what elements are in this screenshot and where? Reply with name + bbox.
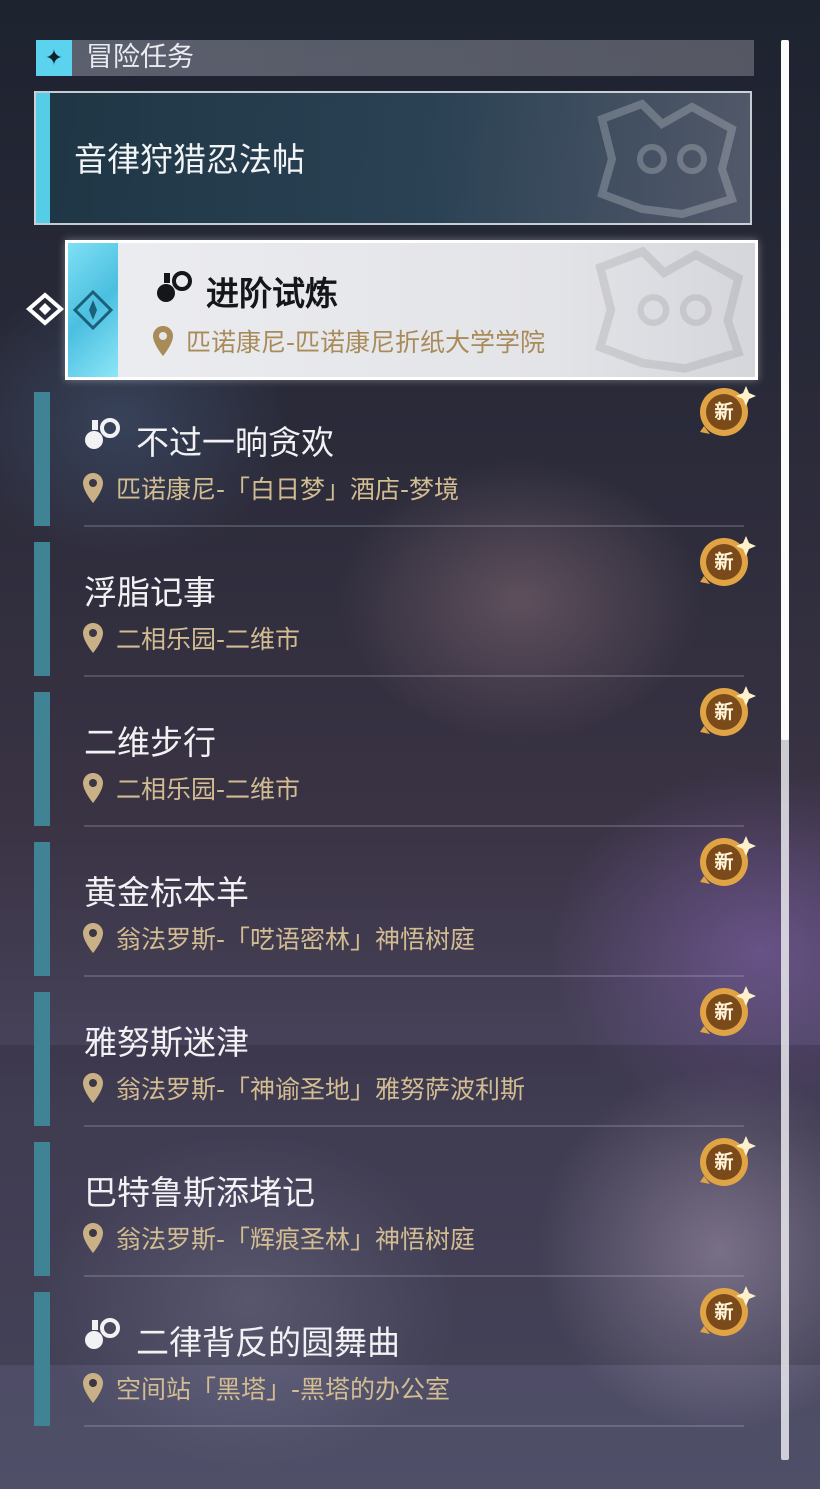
quest-bar <box>34 692 50 826</box>
quest-location: 翁法罗斯-「呓语密林」神悟树庭 <box>116 925 476 954</box>
selected-quest-location: 匹诺康尼-匹诺康尼折纸大学学院 <box>186 328 546 357</box>
quest-chain-icon <box>157 271 192 302</box>
divider <box>84 975 744 977</box>
quest-item[interactable]: 浮脂记事二相乐园-二维市 新 <box>34 536 756 677</box>
new-badge: 新 <box>694 534 758 594</box>
selected-side-marker <box>68 243 118 377</box>
quest-item[interactable]: 二律背反的圆舞曲空间站「黑塔」-黑塔的办公室 新 <box>34 1286 756 1427</box>
location-pin-icon <box>83 1223 103 1253</box>
sparkle-star-icon: ✦ <box>36 40 72 76</box>
quest-location: 空间站「黑塔」-黑塔的办公室 <box>116 1375 451 1404</box>
new-badge-text: 新 <box>714 851 734 873</box>
new-badge-text: 新 <box>714 701 734 723</box>
quest-title: 二律背反的圆舞曲 <box>136 1323 400 1362</box>
quest-title: 黄金标本羊 <box>84 873 249 912</box>
scrollbar-thumb[interactable] <box>781 40 789 740</box>
quest-title: 巴特鲁斯添堵记 <box>84 1173 315 1212</box>
category-title: 音律狩猎忍法帖 <box>74 140 305 179</box>
quest-item[interactable]: 雅努斯迷津翁法罗斯-「神谕圣地」雅努萨波利斯 新 <box>34 986 756 1127</box>
quest-title: 二维步行 <box>84 723 216 762</box>
quest-item[interactable]: 黄金标本羊翁法罗斯-「呓语密林」神悟树庭 新 <box>34 836 756 977</box>
new-badge: 新 <box>694 684 758 744</box>
new-badge-text: 新 <box>714 401 734 423</box>
location-pin-icon <box>83 623 103 653</box>
selected-quest-card[interactable]: 进阶试炼 匹诺康尼-匹诺康尼折纸大学学院 <box>65 240 758 380</box>
location-pin-icon <box>83 773 103 803</box>
quest-title: 浮脂记事 <box>84 573 216 612</box>
quest-title: 不过一晌贪欢 <box>136 423 334 462</box>
quest-location: 匹诺康尼-「白日梦」酒店-梦境 <box>116 475 460 504</box>
quest-bar <box>34 992 50 1126</box>
location-pin-icon <box>153 326 173 356</box>
quest-location: 翁法罗斯-「辉痕圣林」神悟树庭 <box>116 1225 476 1254</box>
divider <box>84 525 744 527</box>
divider <box>84 675 744 677</box>
new-badge-text: 新 <box>714 1151 734 1173</box>
location-pin-icon <box>83 1073 103 1103</box>
section-header: ✦ 冒险任务 <box>36 40 754 76</box>
quest-chain-icon <box>85 418 120 449</box>
new-badge: 新 <box>694 1134 758 1194</box>
new-badge: 新 <box>694 1284 758 1344</box>
divider <box>84 825 744 827</box>
location-pin-icon <box>83 473 103 503</box>
new-badge-text: 新 <box>714 1301 734 1323</box>
quest-bar <box>34 1292 50 1426</box>
new-badge-text: 新 <box>714 551 734 573</box>
new-badge: 新 <box>694 384 758 444</box>
mask-emblem-icon <box>597 99 738 219</box>
new-badge: 新 <box>694 984 758 1044</box>
diamond-star-icon <box>73 290 113 330</box>
divider <box>84 1275 744 1277</box>
quest-item[interactable]: 二维步行二相乐园-二维市 新 <box>34 686 756 827</box>
category-banner[interactable]: 音律狩猎忍法帖 <box>34 91 752 225</box>
new-badge-text: 新 <box>714 1001 734 1023</box>
quest-location: 翁法罗斯-「神谕圣地」雅努萨波利斯 <box>116 1075 526 1104</box>
quest-chain-icon <box>85 1318 120 1349</box>
quest-bar <box>34 842 50 976</box>
location-pin-icon <box>83 1373 103 1403</box>
quest-bar <box>34 542 50 676</box>
quest-item[interactable]: 不过一晌贪欢匹诺康尼-「白日梦」酒店-梦境 新 <box>34 386 756 527</box>
quest-item[interactable]: 巴特鲁斯添堵记翁法罗斯-「辉痕圣林」神悟树庭 新 <box>34 1136 756 1277</box>
quest-title: 雅努斯迷津 <box>84 1023 249 1062</box>
quest-location: 二相乐园-二维市 <box>116 775 301 804</box>
quest-location: 二相乐园-二维市 <box>116 625 301 654</box>
quest-bar <box>34 392 50 526</box>
new-badge: 新 <box>694 834 758 894</box>
banner-accent <box>36 93 50 223</box>
quest-bar <box>34 1142 50 1276</box>
section-title: 冒险任务 <box>86 42 194 73</box>
location-pin-icon <box>83 923 103 953</box>
selection-pointer-icon <box>25 292 65 326</box>
divider <box>84 1425 744 1427</box>
divider <box>84 1125 744 1127</box>
selected-quest-title: 进阶试炼 <box>206 274 338 313</box>
mask-emblem-icon <box>595 246 744 373</box>
